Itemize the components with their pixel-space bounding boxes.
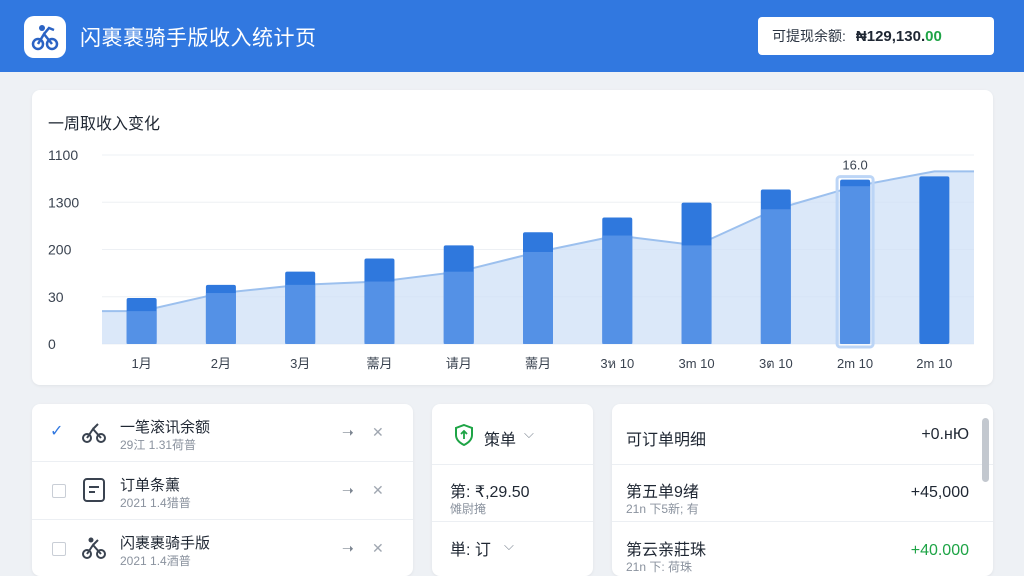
x-tick-label: 1月 [132, 356, 152, 371]
x-tick-label: 2m 10 [916, 356, 952, 371]
order-row-main: 単: 订 [450, 542, 491, 559]
y-tick-label: 30 [48, 289, 64, 305]
scooter-rider-icon [82, 537, 106, 559]
check-icon[interactable]: ✓ [50, 424, 66, 440]
chart-bar-lower [840, 186, 871, 344]
data-label: 16.0 [842, 158, 867, 173]
x-tick-label: 薷月 [525, 356, 551, 371]
chart-bar-lower [443, 271, 474, 344]
order-row-main: 第: ₹,29.50 [450, 484, 530, 501]
balance-value: ₦129,130.00 [856, 28, 942, 45]
list-item[interactable]: 订单条薰 2021 1.4猎普 ➝ ✕ [32, 462, 413, 520]
order-row[interactable]: 第: ₹,29.50 傩尉掩 [432, 464, 593, 522]
detail-title: 可订单明细 [626, 432, 707, 449]
list-item-title: 闪裹裹骑手版 [120, 535, 211, 552]
chart-bar-lower [126, 311, 157, 344]
scooter-icon [82, 423, 106, 443]
x-tick-label: 3ต 10 [759, 356, 793, 371]
x-tick-label: 2m 10 [837, 356, 873, 371]
order-row[interactable]: 単: 订 ⌵ [432, 522, 593, 576]
balance-box[interactable]: 可提现余额: ₦129,130.00 [758, 17, 994, 55]
order-dropdown[interactable]: 策单 ⌵ [432, 404, 593, 465]
balance-label: 可提现余额: [772, 28, 846, 44]
balance-value-main: ₦129,130. [855, 27, 926, 45]
close-icon[interactable]: ✕ [372, 482, 384, 499]
order-panel: 策单 ⌵ 第: ₹,29.50 傩尉掩 単: 订 ⌵ [432, 404, 593, 576]
balance-value-cents: 00 [925, 27, 942, 45]
close-icon[interactable]: ✕ [372, 424, 384, 441]
chart-bar-lower [523, 251, 553, 344]
x-tick-label: 3月 [290, 356, 310, 371]
detail-total: +0.нЮ [921, 426, 969, 443]
detail-header: 可订单明细 +0.нЮ [612, 404, 993, 465]
list-item-title: 一笔滚讯余额 [120, 419, 211, 436]
app-logo[interactable] [24, 16, 66, 58]
y-tick-label: 1300 [48, 194, 79, 210]
chart-bar-lower [760, 209, 791, 344]
receipt-icon [83, 478, 105, 502]
chart-bar-lower [205, 293, 236, 344]
chart-bar [919, 176, 950, 344]
record-list: ✓ 一笔滚讯余额 29江 1.31荷普 ➝ ✕ 订单条薰 2021 1.4猎普 … [32, 404, 413, 576]
detail-row[interactable]: 第云亲莊珠 21n 下: 荷珠 +40.000 [612, 522, 993, 576]
order-row-sub: 傩尉掩 [450, 502, 487, 516]
x-tick-label: 2月 [211, 356, 231, 371]
list-item-sub: 2021 1.4猎普 [120, 496, 191, 510]
shield-icon [455, 424, 473, 446]
order-detail-panel: 可订单明细 +0.нЮ 第五单9绪 21n 下5新; 有 +45,000 第云亲… [612, 404, 993, 576]
income-chart: 1100 1300 200 30 0 1月 2月 3月 薷月 请月 薷月 3ห 10 3m 10 3ต 1… [48, 147, 974, 371]
order-dropdown-label: 策单 [484, 432, 517, 449]
detail-row[interactable]: 第五单9绪 21n 下5新; 有 +45,000 [612, 464, 993, 522]
chart-bar-lower [602, 235, 633, 344]
chart-bar-lower [285, 284, 316, 344]
row-checkbox[interactable] [52, 484, 66, 498]
y-tick-label: 200 [48, 242, 72, 258]
list-item-sub: 29江 1.31荷普 [120, 438, 197, 452]
list-item-sub: 2021 1.4酒普 [120, 554, 191, 568]
chevron-down-icon: ⌵ [504, 538, 514, 553]
x-tick-label: 3m 10 [678, 356, 714, 371]
y-tick-label: 0 [48, 336, 56, 352]
x-tick-label: 3ห 10 [600, 356, 634, 371]
row-checkbox[interactable] [52, 542, 66, 556]
detail-row-name: 第五单9绪 [626, 484, 699, 501]
chart-bar-lower [364, 281, 395, 344]
list-item[interactable]: ✓ 一笔滚讯余额 29江 1.31荷普 ➝ ✕ [32, 404, 413, 462]
forward-icon[interactable]: ➝ [342, 424, 354, 441]
detail-row-amount: +45,000 [910, 484, 969, 501]
detail-row-amount: +40.000 [910, 542, 969, 559]
detail-row-sub: 21n 下5新; 有 [626, 502, 699, 516]
income-chart-card: 一周取收入变化 1100 1300 200 30 0 1月 2月 3月 薷月 请月 薷月 3ห 10 3… [32, 90, 993, 385]
list-item[interactable]: 闪裹裹骑手版 2021 1.4酒普 ➝ ✕ [32, 520, 413, 576]
x-tick-label: 请月 [446, 356, 472, 371]
chart-bar-lower [681, 245, 712, 344]
close-icon[interactable]: ✕ [372, 540, 384, 557]
top-bar: 闪裹裹骑手版收入统计页 可提现余额: ₦129,130.00 [0, 0, 1024, 72]
y-tick-label: 1100 [48, 147, 78, 163]
chevron-down-icon: ⌵ [524, 426, 534, 441]
x-tick-label: 薷月 [366, 356, 392, 371]
forward-icon[interactable]: ➝ [342, 540, 354, 557]
detail-row-sub: 21n 下: 荷珠 [626, 560, 693, 574]
scrollbar[interactable] [982, 418, 989, 482]
forward-icon[interactable]: ➝ [342, 482, 354, 499]
detail-row-name: 第云亲莊珠 [626, 542, 707, 559]
scooter-rider-icon [31, 25, 59, 51]
list-item-title: 订单条薰 [120, 477, 181, 494]
app-title: 闪裹裹骑手版收入统计页 [80, 27, 317, 50]
